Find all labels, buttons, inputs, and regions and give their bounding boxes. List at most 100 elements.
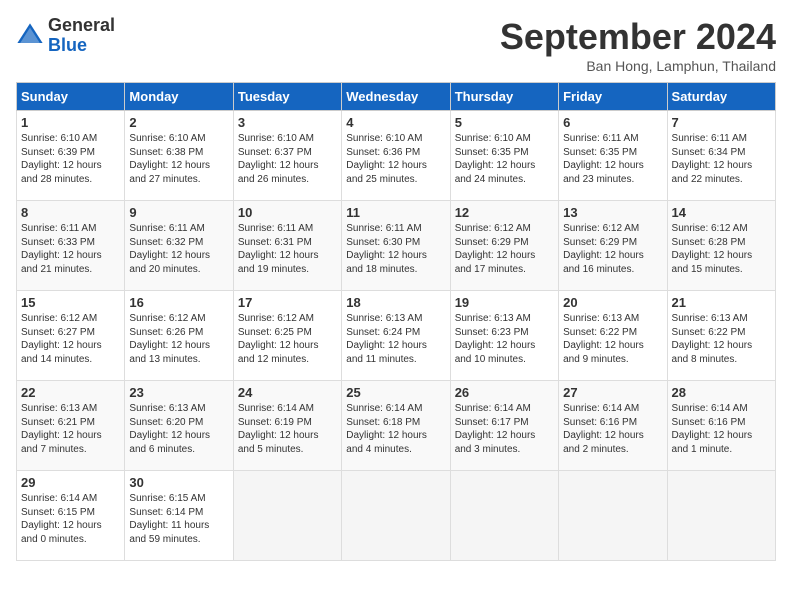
calendar-cell: 11 Sunrise: 6:11 AM Sunset: 6:30 PM Dayli… (342, 201, 450, 291)
calendar-cell: 14 Sunrise: 6:12 AM Sunset: 6:28 PM Dayli… (667, 201, 775, 291)
cell-info: Sunrise: 6:13 AM Sunset: 6:22 PM Dayligh… (563, 312, 662, 366)
calendar-table: SundayMondayTuesdayWednesdayThursdayFrid… (16, 82, 776, 561)
cell-info: Sunrise: 6:14 AM Sunset: 6:18 PM Dayligh… (346, 402, 445, 456)
day-number: 1 (21, 115, 120, 130)
day-header-tuesday: Tuesday (233, 83, 341, 111)
cell-info: Sunrise: 6:12 AM Sunset: 6:26 PM Dayligh… (129, 312, 228, 366)
calendar-cell: 17Sunrise: 6:12 AM Sunset: 6:25 PM Dayli… (233, 291, 341, 381)
cell-info: Sunrise: 6:10 AM Sunset: 6:35 PM Dayligh… (455, 132, 554, 186)
calendar-cell: 15 Sunrise: 6:12 AM Sunset: 6:27 PM Dayli… (17, 291, 125, 381)
day-number: 29 (21, 475, 120, 490)
calendar-cell: 23 Sunrise: 6:13 AM Sunset: 6:20 PM Dayli… (125, 381, 233, 471)
calendar-cell: 13Sunrise: 6:12 AM Sunset: 6:29 PM Dayli… (559, 201, 667, 291)
calendar-cell: 20 Sunrise: 6:13 AM Sunset: 6:22 PM Dayli… (559, 291, 667, 381)
cell-info: Sunrise: 6:11 AM Sunset: 6:31 PM Dayligh… (238, 222, 337, 276)
cell-info: Sunrise: 6:10 AM Sunset: 6:39 PM Dayligh… (21, 132, 120, 186)
cell-info: Sunrise: 6:10 AM Sunset: 6:36 PM Dayligh… (346, 132, 445, 186)
calendar-cell: 12 Sunrise: 6:12 AM Sunset: 6:29 PM Dayli… (450, 201, 558, 291)
day-number: 10 (238, 205, 337, 220)
calendar-cell: 18 Sunrise: 6:13 AM Sunset: 6:24 PM Dayli… (342, 291, 450, 381)
cell-info: Sunrise: 6:14 AM Sunset: 6:16 PM Dayligh… (672, 402, 771, 456)
calendar-week-5: 29 Sunrise: 6:14 AM Sunset: 6:15 PM Dayli… (17, 471, 776, 561)
month-title: September 2024 (500, 16, 776, 58)
cell-info: Sunrise: 6:13 AM Sunset: 6:22 PM Dayligh… (672, 312, 771, 366)
cell-info: Sunrise: 6:11 AM Sunset: 6:32 PM Dayligh… (129, 222, 228, 276)
calendar-cell (233, 471, 341, 561)
cell-info: Sunrise: 6:10 AM Sunset: 6:38 PM Dayligh… (129, 132, 228, 186)
calendar-cell: 9Sunrise: 6:11 AM Sunset: 6:32 PM Daylig… (125, 201, 233, 291)
calendar-cell: 2Sunrise: 6:10 AM Sunset: 6:38 PM Daylig… (125, 111, 233, 201)
day-number: 12 (455, 205, 554, 220)
calendar-week-1: 1 Sunrise: 6:10 AM Sunset: 6:39 PM Daylig… (17, 111, 776, 201)
day-number: 24 (238, 385, 337, 400)
calendar-cell (667, 471, 775, 561)
calendar-cell: 19Sunrise: 6:13 AM Sunset: 6:23 PM Dayli… (450, 291, 558, 381)
calendar-week-4: 22Sunrise: 6:13 AM Sunset: 6:21 PM Dayli… (17, 381, 776, 471)
day-header-thursday: Thursday (450, 83, 558, 111)
day-header-sunday: Sunday (17, 83, 125, 111)
day-number: 26 (455, 385, 554, 400)
day-number: 7 (672, 115, 771, 130)
day-number: 14 (672, 205, 771, 220)
calendar-cell: 6Sunrise: 6:11 AM Sunset: 6:35 PM Daylig… (559, 111, 667, 201)
calendar-cell (559, 471, 667, 561)
cell-info: Sunrise: 6:14 AM Sunset: 6:15 PM Dayligh… (21, 492, 120, 546)
cell-info: Sunrise: 6:15 AM Sunset: 6:14 PM Dayligh… (129, 492, 228, 546)
calendar-body: 1 Sunrise: 6:10 AM Sunset: 6:39 PM Daylig… (17, 111, 776, 561)
day-number: 30 (129, 475, 228, 490)
day-number: 11 (346, 205, 445, 220)
day-number: 3 (238, 115, 337, 130)
cell-info: Sunrise: 6:12 AM Sunset: 6:28 PM Dayligh… (672, 222, 771, 276)
calendar-cell: 1 Sunrise: 6:10 AM Sunset: 6:39 PM Daylig… (17, 111, 125, 201)
calendar-cell: 22Sunrise: 6:13 AM Sunset: 6:21 PM Dayli… (17, 381, 125, 471)
day-number: 27 (563, 385, 662, 400)
day-number: 8 (21, 205, 120, 220)
day-number: 19 (455, 295, 554, 310)
calendar-cell: 21 Sunrise: 6:13 AM Sunset: 6:22 PM Dayli… (667, 291, 775, 381)
day-number: 22 (21, 385, 120, 400)
day-header-monday: Monday (125, 83, 233, 111)
calendar-cell: 26 Sunrise: 6:14 AM Sunset: 6:17 PM Dayli… (450, 381, 558, 471)
day-header-saturday: Saturday (667, 83, 775, 111)
calendar-cell: 5 Sunrise: 6:10 AM Sunset: 6:35 PM Daylig… (450, 111, 558, 201)
day-number: 21 (672, 295, 771, 310)
calendar-cell: 4Sunrise: 6:10 AM Sunset: 6:36 PM Daylig… (342, 111, 450, 201)
calendar-cell: 24 Sunrise: 6:14 AM Sunset: 6:19 PM Dayli… (233, 381, 341, 471)
calendar-cell: 10 Sunrise: 6:11 AM Sunset: 6:31 PM Dayli… (233, 201, 341, 291)
cell-info: Sunrise: 6:11 AM Sunset: 6:30 PM Dayligh… (346, 222, 445, 276)
day-number: 5 (455, 115, 554, 130)
cell-info: Sunrise: 6:12 AM Sunset: 6:29 PM Dayligh… (563, 222, 662, 276)
cell-info: Sunrise: 6:14 AM Sunset: 6:19 PM Dayligh… (238, 402, 337, 456)
calendar-cell: 30 Sunrise: 6:15 AM Sunset: 6:14 PM Dayli… (125, 471, 233, 561)
day-number: 28 (672, 385, 771, 400)
calendar-header-row: SundayMondayTuesdayWednesdayThursdayFrid… (17, 83, 776, 111)
day-number: 15 (21, 295, 120, 310)
title-area: September 2024 Ban Hong, Lamphun, Thaila… (500, 16, 776, 74)
calendar-cell: 7 Sunrise: 6:11 AM Sunset: 6:34 PM Daylig… (667, 111, 775, 201)
calendar-cell: 25Sunrise: 6:14 AM Sunset: 6:18 PM Dayli… (342, 381, 450, 471)
day-number: 18 (346, 295, 445, 310)
calendar-week-2: 8Sunrise: 6:11 AM Sunset: 6:33 PM Daylig… (17, 201, 776, 291)
cell-info: Sunrise: 6:14 AM Sunset: 6:16 PM Dayligh… (563, 402, 662, 456)
logo-text: General Blue (48, 16, 115, 56)
logo-icon (16, 22, 44, 50)
calendar-cell: 3 Sunrise: 6:10 AM Sunset: 6:37 PM Daylig… (233, 111, 341, 201)
cell-info: Sunrise: 6:12 AM Sunset: 6:27 PM Dayligh… (21, 312, 120, 366)
cell-info: Sunrise: 6:11 AM Sunset: 6:34 PM Dayligh… (672, 132, 771, 186)
calendar-cell: 28 Sunrise: 6:14 AM Sunset: 6:16 PM Dayli… (667, 381, 775, 471)
cell-info: Sunrise: 6:10 AM Sunset: 6:37 PM Dayligh… (238, 132, 337, 186)
cell-info: Sunrise: 6:13 AM Sunset: 6:20 PM Dayligh… (129, 402, 228, 456)
cell-info: Sunrise: 6:14 AM Sunset: 6:17 PM Dayligh… (455, 402, 554, 456)
cell-info: Sunrise: 6:12 AM Sunset: 6:25 PM Dayligh… (238, 312, 337, 366)
cell-info: Sunrise: 6:13 AM Sunset: 6:24 PM Dayligh… (346, 312, 445, 366)
calendar-cell (342, 471, 450, 561)
day-number: 6 (563, 115, 662, 130)
day-number: 20 (563, 295, 662, 310)
location: Ban Hong, Lamphun, Thailand (500, 58, 776, 74)
day-number: 23 (129, 385, 228, 400)
header: General Blue September 2024 Ban Hong, La… (16, 16, 776, 74)
cell-info: Sunrise: 6:12 AM Sunset: 6:29 PM Dayligh… (455, 222, 554, 276)
logo: General Blue (16, 16, 115, 56)
day-header-friday: Friday (559, 83, 667, 111)
calendar-cell: 29 Sunrise: 6:14 AM Sunset: 6:15 PM Dayli… (17, 471, 125, 561)
